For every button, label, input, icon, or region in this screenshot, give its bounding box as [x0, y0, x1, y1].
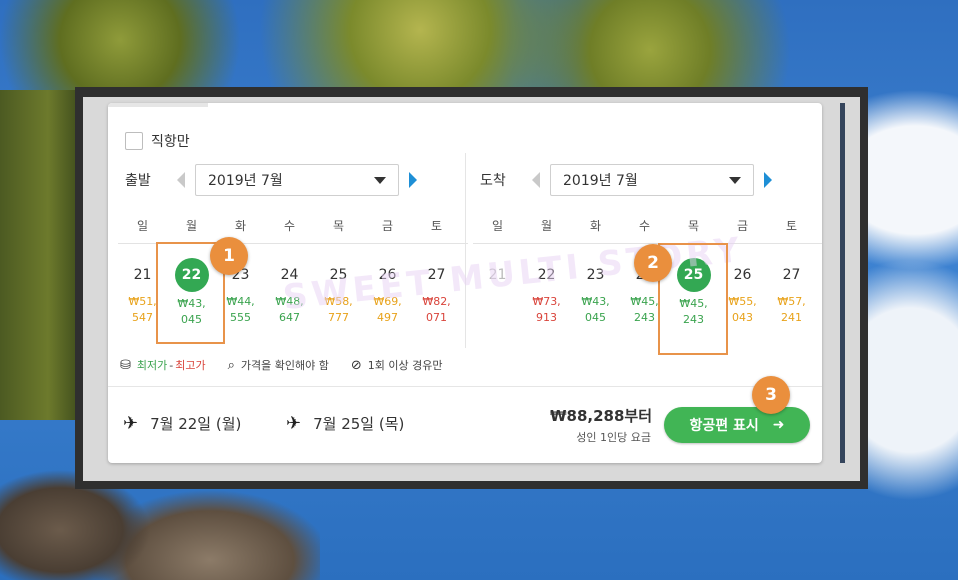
date-price: ₩82, 071 [422, 295, 451, 324]
weekday-sat: 토 [785, 219, 798, 233]
show-flights-button[interactable]: 항공편 표시 ➜ [664, 407, 810, 443]
prev-month-icon[interactable] [177, 172, 185, 188]
tab-indicator [108, 103, 208, 107]
date-number: 27 [427, 267, 446, 283]
step-badge-3: 3 [752, 376, 790, 414]
show-flights-label: 항공편 표시 [689, 418, 759, 434]
weekday-mon: 월 [185, 219, 198, 233]
arrival-month-value: 2019년 7월 [563, 173, 638, 189]
plane-landing-icon: ✈ [286, 413, 302, 434]
weekday-wed: 수 [638, 219, 651, 233]
date-number: 27 [782, 267, 801, 283]
step-badge-1: 1 [210, 237, 248, 275]
chevron-down-icon [374, 176, 386, 184]
legend-dash: - [169, 358, 174, 372]
weekday-header: 일 월 화 수 목 금 토 [118, 217, 468, 244]
weekday-thu: 목 [332, 219, 345, 233]
date-cell[interactable]: 23 ₩43, 045 [571, 260, 620, 328]
frame-edge [840, 103, 845, 463]
weekday-fri: 금 [736, 219, 749, 233]
departure-month-value: 2019년 7월 [208, 173, 283, 189]
date-price: ₩57, 241 [777, 295, 806, 324]
arrow-right-icon: ➜ [772, 417, 785, 433]
price-from: ₩88,288부터 [549, 407, 652, 425]
date-number: 24 [280, 267, 299, 283]
legend-highest: 최고가 [175, 359, 206, 372]
date-number: 26 [378, 267, 397, 283]
date-price: ₩58, 777 [324, 295, 353, 324]
departure-nav: 출발 2019년 7월 [118, 163, 468, 197]
date-price: ₩69, 497 [373, 295, 402, 324]
weekday-fri: 금 [381, 219, 394, 233]
date-price: ₩48, 647 [275, 295, 304, 324]
date-price: ₩73, 913 [532, 295, 561, 324]
price-legend: ⛁ 최저가 - 최고가 ⌕ 가격을 확인해야 함 ⊘ 1회 이상 경유만 [120, 357, 443, 373]
step-badge-2: 2 [634, 244, 672, 282]
direct-only-label: 직항만 [151, 134, 190, 150]
next-month-icon[interactable] [409, 172, 417, 188]
date-cell[interactable]: 27 ₩57, 241 [767, 260, 816, 328]
date-cell[interactable]: 25 ₩58, 777 [314, 260, 363, 328]
legend-one-stop: 1회 이상 경유만 [367, 359, 443, 372]
plane-takeoff-icon: ✈ [123, 413, 139, 434]
direct-only-checkbox[interactable] [125, 132, 143, 150]
search-icon: ⌕ [227, 357, 235, 373]
weekday-sun: 일 [491, 219, 504, 233]
weekday-thu: 목 [687, 219, 700, 233]
weekday-tue: 화 [589, 219, 602, 233]
outbound-summary: ✈ 7월 22일 (월) [123, 413, 241, 434]
price-range-icon: ⛁ [120, 357, 131, 373]
date-price: ₩43, 045 [581, 295, 610, 324]
left-foliage [0, 90, 80, 420]
inbound-date: 7월 25일 (목) [313, 415, 405, 433]
date-cell[interactable]: 22 ₩73, 913 [522, 260, 571, 328]
legend-check-price: 가격을 확인해야 함 [240, 359, 329, 372]
prohibited-icon: ⊘ [350, 357, 362, 373]
booking-footer: ✈ 7월 22일 (월) ✈ 7월 25일 (목) ₩88,288부터 성인 1… [108, 387, 822, 463]
weekday-wed: 수 [283, 219, 296, 233]
date-cell[interactable]: 27 ₩82, 071 [412, 260, 461, 328]
date-number: 23 [586, 267, 605, 283]
weekday-sun: 일 [136, 219, 149, 233]
date-cell[interactable]: 26 ₩69, 497 [363, 260, 412, 328]
departure-label: 출발 [125, 173, 151, 189]
date-cell-disabled: 21 [473, 260, 522, 328]
date-cell[interactable]: 24 ₩48, 647 [265, 260, 314, 328]
direct-only-filter[interactable]: 직항만 [125, 131, 190, 151]
chevron-down-icon [729, 176, 741, 184]
inbound-summary: ✈ 7월 25일 (목) [286, 413, 404, 434]
departure-month-select[interactable]: 2019년 7월 [195, 164, 399, 196]
prev-month-icon[interactable] [532, 172, 540, 188]
weekday-sat: 토 [430, 219, 443, 233]
date-number: 25 [329, 267, 348, 283]
arrival-label: 도착 [480, 173, 506, 189]
next-month-icon[interactable] [764, 172, 772, 188]
per-adult-note: 성인 1인당 요금 [576, 431, 651, 444]
weekday-mon: 월 [540, 219, 553, 233]
arrival-nav: 도착 2019년 7월 [473, 163, 822, 197]
weekday-header: 일 월 화 수 목 금 토 [473, 217, 822, 244]
date-number: 22 [537, 267, 556, 283]
outbound-date: 7월 22일 (월) [150, 415, 242, 433]
arrival-month-select[interactable]: 2019년 7월 [550, 164, 754, 196]
date-number: 21 [488, 267, 507, 283]
legend-lowest: 최저가 [136, 359, 168, 372]
